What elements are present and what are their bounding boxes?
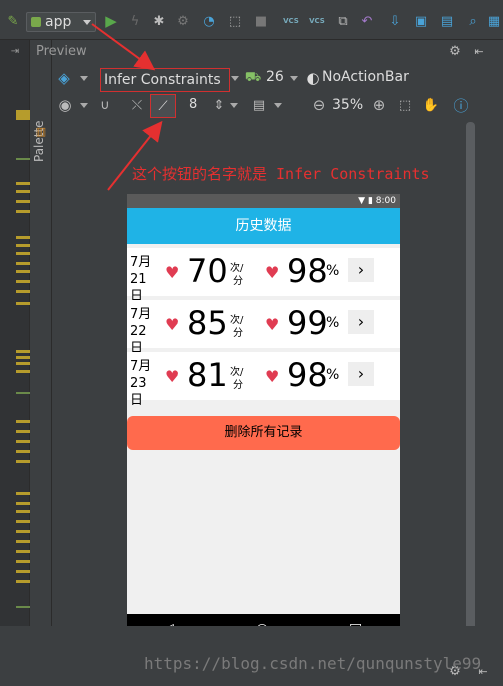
clear-constraints-icon[interactable]: ⤬ bbox=[128, 96, 146, 114]
oxygen-icon: ♥ bbox=[265, 367, 280, 386]
record-date: 7月 21日 bbox=[130, 254, 158, 305]
hide-panel-icon[interactable]: ⇤ bbox=[470, 42, 488, 60]
delete-all-button[interactable]: 删除所有记录 bbox=[127, 416, 400, 450]
heart-rate-value: 85 bbox=[187, 304, 228, 342]
settings-icon[interactable]: ⚙ bbox=[446, 42, 464, 60]
infer-constraints-button[interactable]: ⟋ bbox=[150, 94, 176, 118]
zoom-to-fit-icon[interactable]: ⬚ bbox=[396, 96, 414, 114]
annotation-text: 这个按钮的名字就是 Infer Constraints bbox=[132, 165, 430, 183]
oxygen-value: 99 bbox=[287, 304, 328, 342]
collapse-icon[interactable]: ⇥ bbox=[2, 44, 28, 58]
sdk-manager-icon[interactable]: ⇩ bbox=[386, 12, 404, 30]
magic-wand-icon: ⟋ bbox=[158, 98, 168, 114]
infer-constraints-label: Infer Constraints bbox=[104, 72, 221, 88]
zoom-out-icon[interactable]: ⊖ bbox=[310, 96, 328, 114]
lightning-icon[interactable]: ϟ bbox=[126, 12, 144, 30]
record-row[interactable]: 7月 21日 ♥ 70 次/ 分 ♥ 98 % › bbox=[127, 248, 400, 304]
theme-icon[interactable]: ◐ bbox=[304, 68, 322, 88]
theme-selector[interactable]: NoActionBar bbox=[322, 69, 409, 85]
chevron-down-icon bbox=[83, 20, 91, 25]
record-row[interactable]: 7月 23日 ♥ 81 次/ 分 ♥ 98 % › bbox=[127, 352, 400, 408]
record-month: 7月 bbox=[130, 307, 152, 322]
preview-header: Preview ⚙ ⇤ bbox=[36, 40, 503, 62]
hand-icon[interactable]: ✋ bbox=[422, 96, 440, 114]
preview-title: Preview bbox=[36, 44, 87, 59]
vcs-update-icon[interactable]: VCS bbox=[280, 10, 302, 32]
pack-icon[interactable]: ⇕ bbox=[210, 96, 228, 114]
record-date: 7月 22日 bbox=[130, 306, 158, 357]
android-icon[interactable]: ⛟ bbox=[244, 68, 262, 88]
unit-top: 次/ bbox=[230, 315, 244, 326]
device-manager-icon[interactable]: ▤ bbox=[438, 12, 456, 30]
percent-sign: % bbox=[326, 367, 340, 383]
layers-icon[interactable]: ◈ bbox=[54, 68, 74, 88]
align-icon[interactable]: ▤ bbox=[250, 96, 268, 114]
delete-all-label: 删除所有记录 bbox=[224, 425, 303, 440]
heart-rate-value: 70 bbox=[187, 252, 228, 290]
oxygen-value: 98 bbox=[287, 252, 328, 290]
record-row[interactable]: 7月 22日 ♥ 85 次/ 分 ♥ 99 % › bbox=[127, 300, 400, 356]
structure-icon[interactable]: ▦ bbox=[486, 12, 502, 30]
watermark: https://blog.csdn.net/qunqunstyle99 bbox=[144, 654, 482, 673]
phone-preview: ▼ ▮ 8:00 历史数据 7月 21日 ♥ 70 次/ 分 ♥ 98 % › … bbox=[127, 194, 400, 645]
zoom-level: 35% bbox=[332, 97, 364, 113]
infer-constraints-tooltip: Infer Constraints bbox=[100, 68, 230, 92]
api-level[interactable]: 26 bbox=[266, 69, 284, 85]
heart-rate-icon: ♥ bbox=[165, 263, 180, 282]
unit-top: 次/ bbox=[230, 367, 244, 378]
unit-bottom: 分 bbox=[233, 276, 243, 287]
record-date: 7月 23日 bbox=[130, 358, 158, 409]
main-toolbar: ✎ app ▶ ϟ ✱ ⚙ ◔ ⬚ ■ VCS VCS ⧉ ↶ ⇩ ▣ ▤ ⌕ … bbox=[0, 0, 503, 40]
unit-bottom: 分 bbox=[233, 328, 243, 339]
search-everywhere-icon[interactable]: ⌕ bbox=[464, 12, 482, 30]
percent-sign: % bbox=[326, 263, 340, 279]
run-config-select[interactable]: app bbox=[26, 12, 96, 32]
record-day: 23日 bbox=[130, 376, 147, 408]
unit-top: 次/ bbox=[230, 263, 244, 274]
magnet-icon[interactable]: ∪ bbox=[96, 96, 114, 114]
undo-icon[interactable]: ↶ bbox=[358, 12, 376, 30]
wifi-icon: ▼ ▮ bbox=[358, 196, 376, 206]
run-config-label: app bbox=[45, 14, 72, 30]
chevron-right-icon[interactable]: › bbox=[348, 362, 374, 386]
chevron-right-icon[interactable]: › bbox=[348, 310, 374, 334]
info-icon[interactable]: ⓘ bbox=[452, 96, 470, 115]
avd-manager-icon[interactable]: ▣ bbox=[412, 12, 430, 30]
eye-icon[interactable]: ◉ bbox=[56, 96, 74, 114]
heart-rate-icon: ♥ bbox=[165, 315, 180, 334]
status-time: 8:00 bbox=[375, 196, 396, 206]
oxygen-icon: ♥ bbox=[265, 315, 280, 334]
android-app-icon bbox=[31, 17, 41, 27]
default-margin[interactable]: 8 bbox=[189, 97, 197, 112]
run-icon[interactable]: ▶ bbox=[102, 12, 120, 30]
record-month: 7月 bbox=[130, 255, 152, 270]
percent-sign: % bbox=[326, 315, 340, 331]
profiler-icon[interactable]: ◔ bbox=[200, 12, 218, 30]
status-bar: ▼ ▮ 8:00 bbox=[127, 194, 400, 208]
oxygen-icon: ♥ bbox=[265, 263, 280, 282]
sync-icon[interactable]: ⧉ bbox=[334, 12, 352, 30]
record-month: 7月 bbox=[130, 359, 152, 374]
app-bar: 历史数据 bbox=[127, 208, 400, 244]
oxygen-value: 98 bbox=[287, 356, 328, 394]
app-bar-title: 历史数据 bbox=[235, 218, 292, 234]
vertical-scrollbar[interactable] bbox=[466, 122, 475, 632]
heart-rate-icon: ♥ bbox=[165, 367, 180, 386]
palette-icon[interactable]: ▥ bbox=[34, 124, 48, 138]
debug-icon[interactable]: ✱ bbox=[150, 12, 168, 30]
editor-gutter: ⇥ bbox=[0, 40, 30, 626]
palette-tool-window-strip[interactable]: Palette ▥ bbox=[30, 40, 52, 626]
hammer-icon[interactable]: ✎ bbox=[4, 12, 22, 30]
unit-bottom: 分 bbox=[233, 380, 243, 391]
stop-icon[interactable]: ■ bbox=[252, 12, 270, 30]
chevron-right-icon[interactable]: › bbox=[348, 258, 374, 282]
attach-icon[interactable]: ⬚ bbox=[226, 12, 244, 30]
zoom-in-icon[interactable]: ⊕ bbox=[370, 96, 388, 114]
vcs-commit-icon[interactable]: VCS bbox=[306, 10, 328, 32]
heart-rate-value: 81 bbox=[187, 356, 228, 394]
attach-debugger-icon[interactable]: ⚙ bbox=[174, 12, 192, 30]
